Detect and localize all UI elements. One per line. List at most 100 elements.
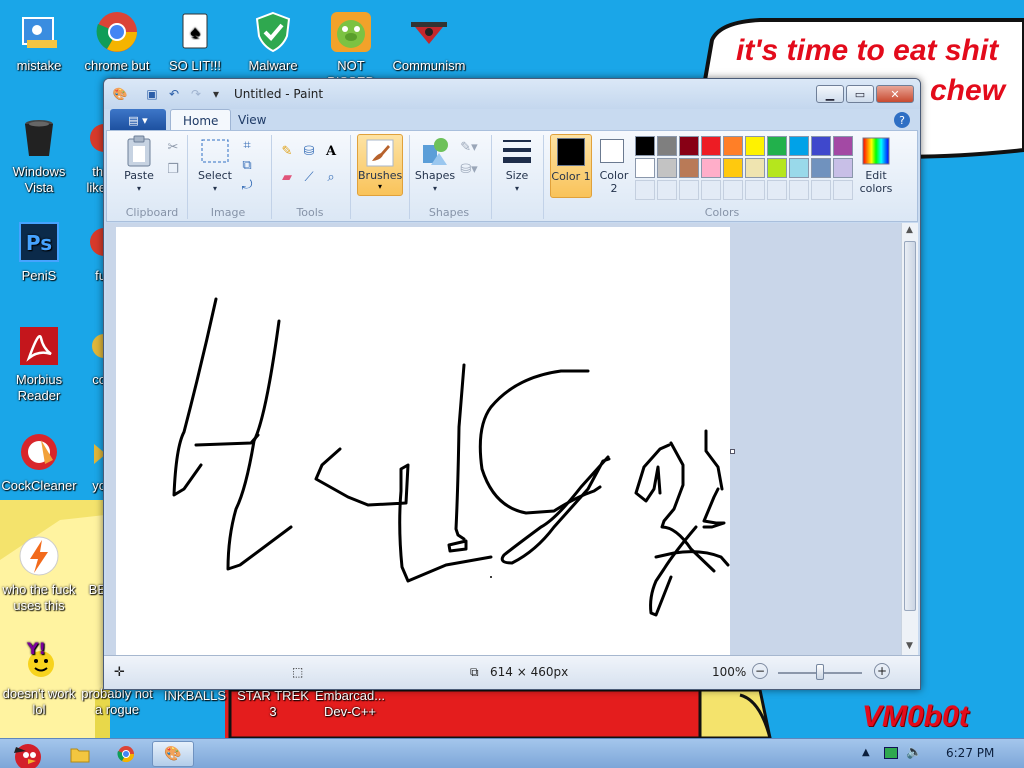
custom-color-slot[interactable]: [789, 180, 809, 200]
canvas-resize-handle[interactable]: [730, 449, 735, 454]
drawing-canvas[interactable]: [116, 227, 730, 655]
title-bar[interactable]: 🎨 ▣ ↶ ↷ ▾ Untitled - Paint ▁ ▭ ✕: [104, 79, 920, 109]
outline-icon[interactable]: ✎▾: [459, 137, 479, 157]
undo-icon[interactable]: ↶: [166, 86, 182, 102]
text-tool-icon[interactable]: A: [321, 141, 341, 161]
custom-color-slot[interactable]: [811, 180, 831, 200]
redo-icon[interactable]: ↷: [188, 86, 204, 102]
desktop-icon-mistake[interactable]: mistake: [0, 8, 78, 74]
palette-swatch[interactable]: [657, 136, 677, 156]
help-icon[interactable]: ?: [894, 112, 910, 128]
zoom-in-button[interactable]: +: [874, 663, 890, 679]
fill-bucket-icon[interactable]: ⛁: [299, 141, 319, 161]
zoom-out-button[interactable]: −: [752, 663, 768, 679]
paint-menu-button[interactable]: ▤ ▾: [110, 109, 166, 131]
desktop-icon-so-lit[interactable]: ♠ SO LIT!!!: [156, 8, 234, 74]
palette-swatch[interactable]: [679, 158, 699, 178]
pencil-icon[interactable]: ✎: [277, 141, 297, 161]
palette-swatch[interactable]: [745, 158, 765, 178]
desktop-icon-windows-vista[interactable]: Windows Vista: [0, 114, 78, 196]
palette-swatch[interactable]: [679, 136, 699, 156]
taskbar-paint[interactable]: 🎨: [152, 741, 194, 767]
palette-swatch[interactable]: [723, 136, 743, 156]
desktop-icon-yahoo[interactable]: Y! doesn't work lol: [0, 636, 78, 718]
close-button[interactable]: ✕: [876, 85, 914, 103]
custom-color-slot[interactable]: [679, 180, 699, 200]
palette-swatch[interactable]: [833, 136, 853, 156]
desktop-icon-who-uses-this[interactable]: who the fuck uses this: [0, 532, 78, 614]
color1-button[interactable]: Color 1: [550, 134, 592, 198]
rotate-icon[interactable]: ⤾: [237, 175, 257, 195]
custom-color-slot[interactable]: [723, 180, 743, 200]
palette-swatch[interactable]: [811, 136, 831, 156]
desktop-icon-morbius-reader[interactable]: Morbius Reader: [0, 322, 78, 404]
select-button[interactable]: Select ▾: [193, 135, 237, 195]
shapes-button[interactable]: Shapes ▾: [413, 135, 457, 195]
palette-swatch[interactable]: [789, 158, 809, 178]
volume-icon[interactable]: 🔈: [906, 745, 922, 760]
start-button[interactable]: [2, 741, 50, 768]
palette-swatch[interactable]: [701, 136, 721, 156]
custom-color-slot[interactable]: [635, 180, 655, 200]
size-button[interactable]: Size ▾: [497, 135, 537, 195]
palette-swatch[interactable]: [767, 158, 787, 178]
custom-color-slot[interactable]: [767, 180, 787, 200]
desktop-icon-inkballs[interactable]: INKBALLS: [156, 688, 234, 704]
minimize-button[interactable]: ▁: [816, 85, 844, 103]
edit-colors-button[interactable]: Edit colors: [855, 135, 897, 195]
desktop-icon-partial-5[interactable]: BE: [78, 532, 106, 598]
custom-color-slot[interactable]: [657, 180, 677, 200]
palette-swatch[interactable]: [723, 158, 743, 178]
show-hidden-icons[interactable]: ▲: [862, 747, 870, 758]
desktop-icon-penis[interactable]: Ps PeniS: [0, 218, 78, 284]
paste-button[interactable]: Paste ▾: [117, 135, 161, 195]
taskbar-explorer[interactable]: [60, 741, 100, 767]
zoom-slider-thumb[interactable]: [816, 664, 824, 680]
save-icon[interactable]: ▣: [144, 86, 160, 102]
desktop-icon-partial-3[interactable]: co: [78, 322, 106, 388]
palette-swatch[interactable]: [701, 158, 721, 178]
taskbar-chrome[interactable]: [106, 741, 146, 767]
network-icon[interactable]: [884, 747, 898, 759]
customize-quick-access-icon[interactable]: ▾: [208, 86, 224, 102]
color2-button[interactable]: Color 2: [595, 134, 633, 198]
palette-swatch[interactable]: [811, 158, 831, 178]
copy-icon[interactable]: ❐: [163, 159, 183, 179]
palette-swatch[interactable]: [657, 158, 677, 178]
cut-icon[interactable]: ✂: [163, 137, 183, 157]
palette-swatch[interactable]: [767, 136, 787, 156]
paint-app-icon[interactable]: 🎨: [112, 86, 128, 102]
canvas-workspace[interactable]: [106, 223, 903, 655]
palette-swatch[interactable]: [833, 158, 853, 178]
scroll-down-icon[interactable]: ▼: [906, 641, 913, 651]
scroll-up-icon[interactable]: ▲: [906, 225, 913, 235]
palette-swatch[interactable]: [789, 136, 809, 156]
palette-swatch[interactable]: [745, 136, 765, 156]
desktop-icon-cockcleaner[interactable]: CockCleaner: [0, 428, 78, 494]
crop-icon[interactable]: ⌗: [237, 135, 257, 155]
custom-color-slot[interactable]: [833, 180, 853, 200]
magnifier-icon[interactable]: ⌕: [321, 167, 341, 187]
desktop-icon-malware[interactable]: Malware: [234, 8, 312, 74]
desktop-icon-partial-2[interactable]: fu: [78, 218, 106, 284]
eraser-icon[interactable]: ▰: [277, 167, 297, 187]
resize-icon[interactable]: ⧉: [237, 155, 257, 175]
palette-swatch[interactable]: [635, 158, 655, 178]
paint-window[interactable]: 🎨 ▣ ↶ ↷ ▾ Untitled - Paint ▁ ▭ ✕ ▤ ▾ Hom…: [103, 78, 921, 690]
fill-icon[interactable]: ⛁▾: [459, 159, 479, 179]
taskbar-clock[interactable]: 6:27 PM: [946, 746, 994, 760]
desktop-icon-partial-1[interactable]: thi like: [78, 114, 106, 196]
scrollbar-thumb[interactable]: [904, 241, 916, 611]
desktop-icon-communism[interactable]: Communism: [390, 8, 468, 74]
brushes-button[interactable]: Brushes ▾: [357, 134, 403, 196]
tab-home[interactable]: Home: [170, 109, 232, 131]
desktop-icon-partial-4[interactable]: yo: [78, 428, 106, 494]
vertical-scrollbar[interactable]: ▲ ▼: [901, 223, 918, 655]
custom-color-slot[interactable]: [745, 180, 765, 200]
desktop-icon-star-trek-3[interactable]: STAR TREK 3: [234, 688, 312, 720]
custom-color-slot[interactable]: [701, 180, 721, 200]
palette-swatch[interactable]: [635, 136, 655, 156]
tab-view[interactable]: View: [226, 109, 278, 131]
maximize-button[interactable]: ▭: [846, 85, 874, 103]
color-picker-icon[interactable]: ⟋: [299, 167, 319, 187]
